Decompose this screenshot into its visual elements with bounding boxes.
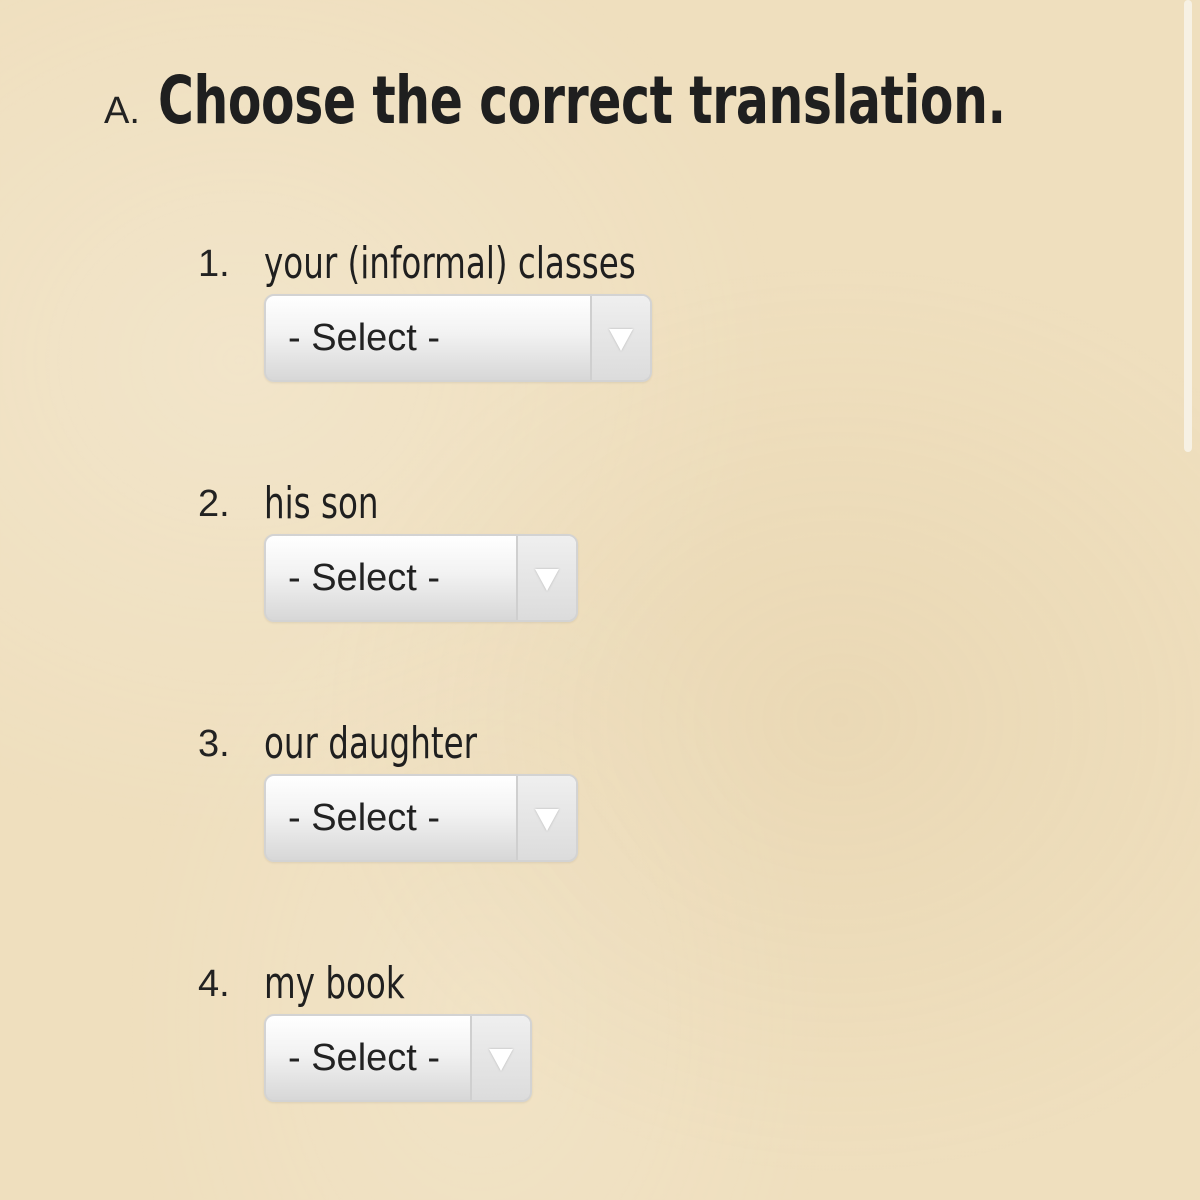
question-prompt: our daughter <box>264 718 478 769</box>
question-prompt: my book <box>264 958 405 1009</box>
question-number: 3. <box>198 723 230 765</box>
chevron-down-icon[interactable] <box>516 536 576 620</box>
chevron-down-icon[interactable] <box>516 776 576 860</box>
select-value: - Select - <box>288 1037 441 1079</box>
section-marker: A. <box>104 90 140 132</box>
select-value: - Select - <box>288 317 441 359</box>
question-number: 4. <box>198 963 230 1005</box>
question-prompt: his son <box>264 478 379 529</box>
page-title: Choose the correct translation. <box>157 62 1006 139</box>
select-value: - Select - <box>288 557 441 599</box>
answer-select-4[interactable]: - Select - <box>264 1014 532 1102</box>
answer-select-2[interactable]: - Select - <box>264 534 578 622</box>
select-value: - Select - <box>288 797 441 839</box>
question-number: 1. <box>198 243 230 285</box>
question-number: 2. <box>198 483 230 525</box>
chevron-down-icon[interactable] <box>470 1016 530 1100</box>
chevron-down-icon[interactable] <box>590 296 650 380</box>
answer-select-3[interactable]: - Select - <box>264 774 578 862</box>
question-prompt: your (informal) classes <box>264 238 636 289</box>
exercise-heading: A. Choose the correct translation. <box>104 62 1200 139</box>
answer-select-1[interactable]: - Select - <box>264 294 652 382</box>
